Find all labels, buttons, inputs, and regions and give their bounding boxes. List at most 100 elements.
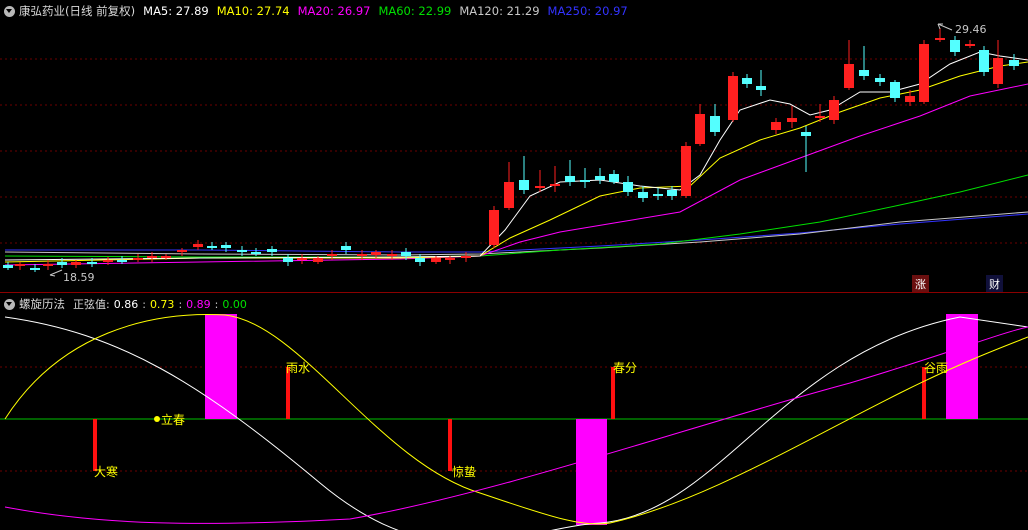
- solar-term-jingzhe: 惊蛰: [452, 464, 476, 479]
- candle-body: [267, 249, 277, 252]
- limit-up-tag[interactable]: 涨: [912, 275, 929, 293]
- sine-value-magenta: 0.89: [186, 297, 211, 311]
- sine-value-yellow: 0.73: [149, 297, 175, 311]
- candle-body: [489, 210, 499, 245]
- candle-body: [283, 258, 293, 262]
- ma120-value: MA120: 21.29: [459, 4, 540, 18]
- candle-body: [71, 262, 81, 265]
- candle-body: [771, 122, 781, 130]
- indicator-title: 螺旋历法: [19, 297, 65, 311]
- candle-body: [653, 194, 663, 196]
- ma250-value: MA250: 20.97: [547, 4, 628, 18]
- candle-body: [57, 262, 67, 265]
- candle-body: [815, 116, 825, 118]
- solar-term-yushui: 雨水: [286, 361, 310, 375]
- candlestick-chart[interactable]: 29.46 18.59: [0, 0, 1028, 292]
- grid-lines: [0, 58, 1028, 244]
- candle-body: [681, 146, 691, 196]
- candle-body: [133, 258, 143, 260]
- high-marker: 29.46: [937, 23, 987, 36]
- collapse-toggle-icon[interactable]: [4, 5, 15, 17]
- candle-body: [728, 76, 738, 120]
- candle-body: [609, 174, 619, 182]
- moving-average-lines: [4, 51, 1028, 266]
- candle-body: [638, 192, 648, 198]
- solar-term-lichun: 立春: [161, 412, 185, 427]
- stock-title: 康弘药业(日线 前复权): [19, 4, 136, 18]
- collapse-toggle-icon[interactable]: [4, 298, 15, 310]
- candle-body: [207, 246, 217, 248]
- low-price-label: 18.59: [63, 271, 95, 284]
- candle-body: [756, 86, 766, 90]
- candle-body: [1009, 60, 1019, 66]
- candle-body: [919, 44, 929, 102]
- ma10-value: MA10: 27.74: [216, 4, 290, 18]
- main-chart-header: 康弘药业(日线 前复权) MA5: 27.89 MA10: 27.74 MA20…: [0, 2, 636, 20]
- candle-body: [43, 264, 53, 266]
- ma120-line: [4, 211, 1028, 256]
- sine-value-white: 0.86: [113, 297, 139, 311]
- candle-body: [297, 258, 307, 260]
- candle-body: [327, 254, 337, 256]
- spiral-calendar-panel[interactable]: 螺旋历法 正弦值: 0.86 : 0.73 : 0.89 : 0.00 大寒 立…: [0, 292, 1028, 530]
- candle-body: [519, 180, 529, 190]
- candle-body: [431, 258, 441, 262]
- finance-tag[interactable]: 财: [986, 275, 1003, 293]
- ma5-line: [4, 51, 1028, 261]
- solar-term-chunfen: 春分: [613, 361, 637, 375]
- candle-body: [504, 182, 514, 208]
- candle-body: [905, 96, 915, 102]
- ma5-value: MA5: 27.89: [143, 4, 209, 18]
- main-chart-panel[interactable]: 康弘药业(日线 前复权) MA5: 27.89 MA10: 27.74 MA20…: [0, 0, 1028, 293]
- candle-body: [979, 50, 989, 72]
- low-marker: 18.59: [49, 269, 95, 284]
- candle-body: [357, 254, 367, 256]
- magenta-bar: [576, 419, 607, 525]
- candle-body: [993, 58, 1003, 84]
- candle-body: [535, 186, 545, 188]
- indicator-header: 螺旋历法 正弦值: 0.86 : 0.73 : 0.89 : 0.00: [0, 295, 247, 313]
- candle-body: [875, 78, 885, 82]
- candle-body: [844, 64, 854, 88]
- ma60-value: MA60: 22.99: [378, 4, 452, 18]
- lichun-marker: [154, 416, 160, 422]
- candle-body: [371, 252, 381, 255]
- candle-body: [193, 244, 203, 247]
- high-price-label: 29.46: [955, 23, 987, 36]
- candlesticks: [3, 28, 1019, 272]
- candle-body: [221, 245, 231, 248]
- candle-body: [461, 256, 471, 258]
- candle-body: [965, 44, 975, 46]
- candle-body: [313, 258, 323, 262]
- candle-body: [177, 250, 187, 252]
- candle-body: [445, 258, 455, 260]
- ma20-line: [4, 83, 1028, 266]
- candle-body: [3, 265, 13, 268]
- spiral-calendar-chart[interactable]: 大寒 立春 雨水 惊蛰 春分 谷雨: [0, 293, 1028, 530]
- candle-body: [87, 262, 97, 264]
- candle-body: [742, 78, 752, 84]
- sine-wave-magenta: [4, 326, 1028, 524]
- candle-body: [710, 116, 720, 132]
- magenta-bar: [205, 314, 237, 419]
- candle-body: [161, 256, 171, 258]
- candle-body: [565, 176, 575, 182]
- solar-term-guyu: 谷雨: [924, 361, 948, 375]
- candle-body: [695, 114, 705, 144]
- candle-body: [103, 260, 113, 262]
- candle-body: [401, 252, 411, 256]
- candle-body: [950, 40, 960, 52]
- candle-body: [890, 82, 900, 98]
- candle-body: [550, 184, 560, 186]
- candle-body: [341, 246, 351, 250]
- candle-body: [387, 254, 397, 256]
- ma20-value: MA20: 26.97: [297, 4, 371, 18]
- candle-body: [147, 256, 157, 258]
- candle-body: [117, 260, 127, 262]
- candle-body: [859, 70, 869, 76]
- candle-body: [580, 180, 590, 182]
- ma250-line: [5, 213, 1028, 253]
- candle-body: [415, 258, 425, 262]
- candle-body: [787, 118, 797, 122]
- candle-body: [623, 182, 633, 192]
